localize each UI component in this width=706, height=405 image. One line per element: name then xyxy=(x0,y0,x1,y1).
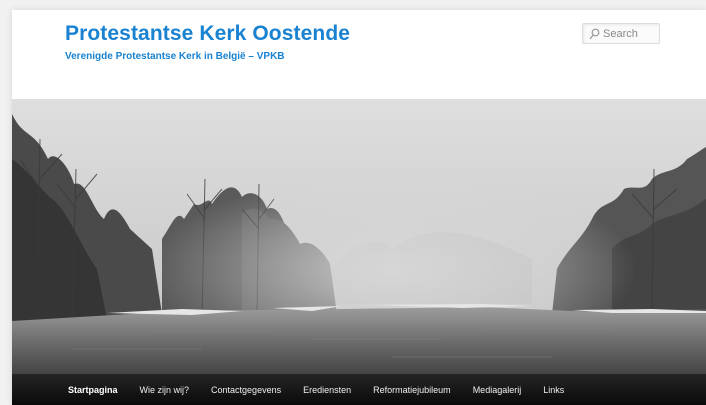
site-title[interactable]: Protestantse Kerk Oostende xyxy=(65,22,350,46)
search-icon xyxy=(589,28,600,40)
nav-menu: Startpagina Wie zijn wij? Contactgegeven… xyxy=(12,374,706,405)
nav-item-contactgegevens[interactable]: Contactgegevens xyxy=(200,385,292,395)
nav-item-reformatiejubileum[interactable]: Reformatiejubileum xyxy=(362,385,462,395)
nav-item-erediensten[interactable]: Erediensten xyxy=(292,385,362,395)
site-description: Verenigde Protestantse Kerk in België – … xyxy=(65,51,285,62)
header-image xyxy=(12,99,706,374)
search-box[interactable] xyxy=(582,23,661,44)
nav-item-links[interactable]: Links xyxy=(532,385,575,395)
nav-item-startpagina[interactable]: Startpagina xyxy=(57,385,129,395)
nav-item-mediagalerij[interactable]: Mediagalerij xyxy=(462,385,533,395)
nav-item-wie-zijn-wij[interactable]: Wie zijn wij? xyxy=(129,385,201,395)
site-header: Protestantse Kerk Oostende Verenigde Pro… xyxy=(12,10,706,99)
page: Protestantse Kerk Oostende Verenigde Pro… xyxy=(12,10,706,405)
main-navigation: Startpagina Wie zijn wij? Contactgegeven… xyxy=(12,374,706,405)
search-input[interactable] xyxy=(601,25,661,43)
